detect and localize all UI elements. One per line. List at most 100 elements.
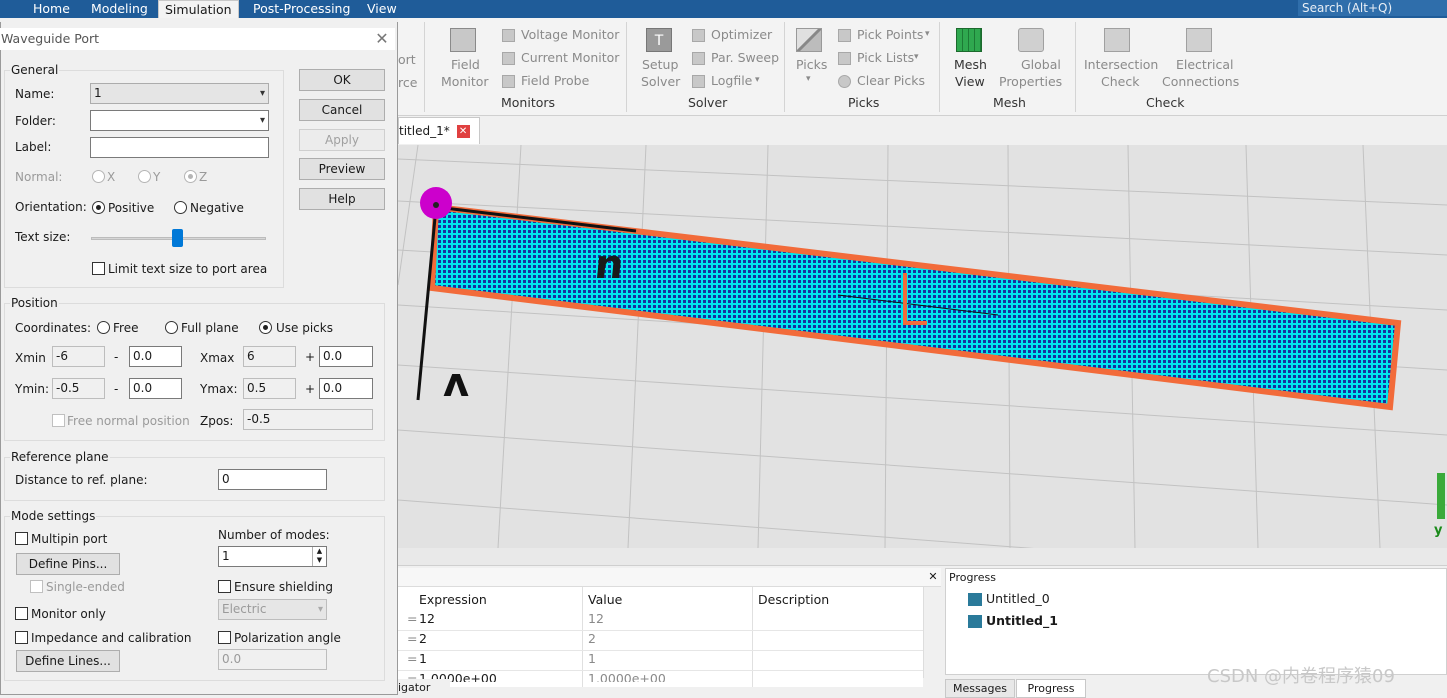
- par-sweep-button[interactable]: Par. Sweep: [711, 50, 779, 65]
- current-monitor-button[interactable]: Current Monitor: [521, 50, 619, 65]
- document-tab-label: titled_1*: [399, 124, 450, 138]
- spin-arrows-icon[interactable]: ▲ ▼: [312, 547, 326, 566]
- optimizer-icon: [692, 29, 705, 42]
- define-pins-button[interactable]: Define Pins...: [16, 553, 120, 575]
- 3d-viewport[interactable]: n ʌ y: [398, 145, 1447, 548]
- orientation-label: Orientation:: [15, 200, 87, 214]
- ribbon-port-partial[interactable]: ort: [398, 52, 416, 67]
- position-title: Position: [10, 296, 59, 310]
- intersection-check-icon: [1104, 28, 1130, 52]
- tab-messages[interactable]: Messages: [945, 679, 1015, 698]
- xmin-offset-field[interactable]: 0.0: [129, 346, 182, 367]
- field-probe-icon: [502, 75, 515, 88]
- shielding-type-select[interactable]: Electric ▾: [218, 599, 327, 620]
- apply-button[interactable]: Apply: [299, 129, 385, 151]
- dialog-title: Waveguide Port: [0, 28, 395, 50]
- polarization-checkbox[interactable]: [218, 631, 231, 644]
- voltage-monitor-icon: [502, 29, 515, 42]
- label-input[interactable]: [90, 137, 269, 158]
- monitor-only-checkbox[interactable]: [15, 607, 28, 620]
- ensure-shielding-checkbox[interactable]: [218, 580, 231, 593]
- ymax-field[interactable]: 0.5: [243, 378, 296, 399]
- document-tab[interactable]: titled_1* ✕: [398, 117, 480, 144]
- tab-navigator[interactable]: igator: [398, 679, 450, 698]
- mesh-view-icon: [956, 28, 982, 52]
- normal-z-label: Z: [199, 170, 208, 184]
- close-icon[interactable]: ✕: [373, 30, 391, 48]
- pick-points-icon: [838, 29, 851, 42]
- xmin-field[interactable]: -6: [52, 346, 105, 367]
- voltage-monitor-button[interactable]: Voltage Monitor: [521, 27, 619, 42]
- port-direction-marker: [903, 273, 927, 325]
- full-plane-radio[interactable]: [165, 321, 178, 334]
- optimizer-button[interactable]: Optimizer: [711, 27, 772, 42]
- tab-progress[interactable]: Progress: [1016, 679, 1086, 698]
- limit-text-checkbox[interactable]: [92, 262, 105, 275]
- ymin-field[interactable]: -0.5: [52, 378, 105, 399]
- xmax-field[interactable]: 6: [243, 346, 296, 367]
- preview-button[interactable]: Preview: [299, 158, 385, 180]
- search-input[interactable]: Search (Alt+Q): [1298, 0, 1447, 16]
- zpos-field[interactable]: -0.5: [243, 409, 373, 430]
- text-size-slider-thumb[interactable]: [172, 229, 183, 247]
- watermark: CSDN @内卷程序猿09: [1207, 666, 1395, 687]
- pick-lists-button[interactable]: Pick Lists: [857, 50, 914, 65]
- column-value[interactable]: Value: [588, 592, 622, 607]
- multipin-checkbox[interactable]: [15, 532, 28, 545]
- project-icon: [968, 593, 982, 606]
- project-icon: [968, 615, 982, 628]
- chevron-down-icon: ▾: [259, 115, 265, 126]
- polarization-field[interactable]: 0.0: [218, 649, 327, 670]
- column-description[interactable]: Description: [758, 592, 829, 607]
- tab-simulation[interactable]: Simulation: [158, 0, 239, 18]
- clear-picks-button[interactable]: Clear Picks: [857, 73, 925, 88]
- general-title: General: [10, 63, 60, 77]
- xmax-offset-field[interactable]: 0.0: [319, 346, 373, 367]
- help-button[interactable]: Help: [299, 188, 385, 210]
- chevron-down-icon: ▾: [317, 604, 323, 615]
- ymin-offset-field[interactable]: 0.0: [129, 378, 182, 399]
- define-lines-button[interactable]: Define Lines...: [16, 650, 120, 672]
- limit-text-label: Limit text size to port area: [108, 262, 268, 276]
- close-tab-icon[interactable]: ✕: [456, 125, 470, 138]
- normal-x-radio[interactable]: [92, 170, 105, 183]
- single-ended-checkbox[interactable]: [30, 580, 43, 593]
- tab-post-processing[interactable]: Post-Processing: [247, 0, 356, 18]
- ok-button[interactable]: OK: [299, 69, 385, 91]
- tab-home[interactable]: Home: [27, 0, 76, 18]
- impedance-checkbox[interactable]: [15, 631, 28, 644]
- free-radio[interactable]: [97, 321, 110, 334]
- folder-select[interactable]: ▾: [90, 110, 269, 131]
- parameter-scrollbar[interactable]: [923, 587, 939, 678]
- number-of-modes-stepper[interactable]: 1 ▲ ▼: [218, 546, 327, 567]
- normal-label: Normal:: [15, 170, 63, 184]
- column-expression[interactable]: Expression: [419, 592, 487, 607]
- name-select[interactable]: 1 ▾: [90, 83, 269, 104]
- positive-radio[interactable]: [92, 201, 105, 214]
- cancel-button[interactable]: Cancel: [299, 99, 385, 121]
- check-group-label: Check: [1146, 95, 1185, 110]
- field-probe-button[interactable]: Field Probe: [521, 73, 589, 88]
- pick-points-button[interactable]: Pick Points: [857, 27, 923, 42]
- logfile-button[interactable]: Logfile: [711, 73, 752, 88]
- free-label: Free: [113, 321, 139, 335]
- tab-modeling[interactable]: Modeling: [85, 0, 154, 18]
- logfile-dropdown-icon[interactable]: ▾: [755, 75, 760, 85]
- normal-z-radio[interactable]: [184, 170, 197, 183]
- negative-radio[interactable]: [174, 201, 187, 214]
- folder-label: Folder:: [15, 114, 56, 128]
- y-axis-arrow-icon: [1437, 473, 1445, 519]
- use-picks-radio[interactable]: [259, 321, 272, 334]
- tab-view[interactable]: View: [361, 0, 403, 18]
- picks-group-label: Picks: [848, 95, 880, 110]
- distance-field[interactable]: 0: [218, 469, 327, 490]
- ymax-offset-field[interactable]: 0.0: [319, 378, 373, 399]
- free-normal-checkbox[interactable]: [52, 414, 65, 427]
- chevron-down-icon: ▾: [259, 88, 265, 99]
- progress-item[interactable]: Untitled_1: [986, 613, 1058, 628]
- progress-item[interactable]: Untitled_0: [986, 591, 1050, 606]
- close-panel-icon[interactable]: ✕: [927, 570, 939, 584]
- ribbon-source-partial[interactable]: rce: [398, 75, 417, 90]
- polarization-label: Polarization angle: [234, 631, 341, 645]
- normal-y-radio[interactable]: [138, 170, 151, 183]
